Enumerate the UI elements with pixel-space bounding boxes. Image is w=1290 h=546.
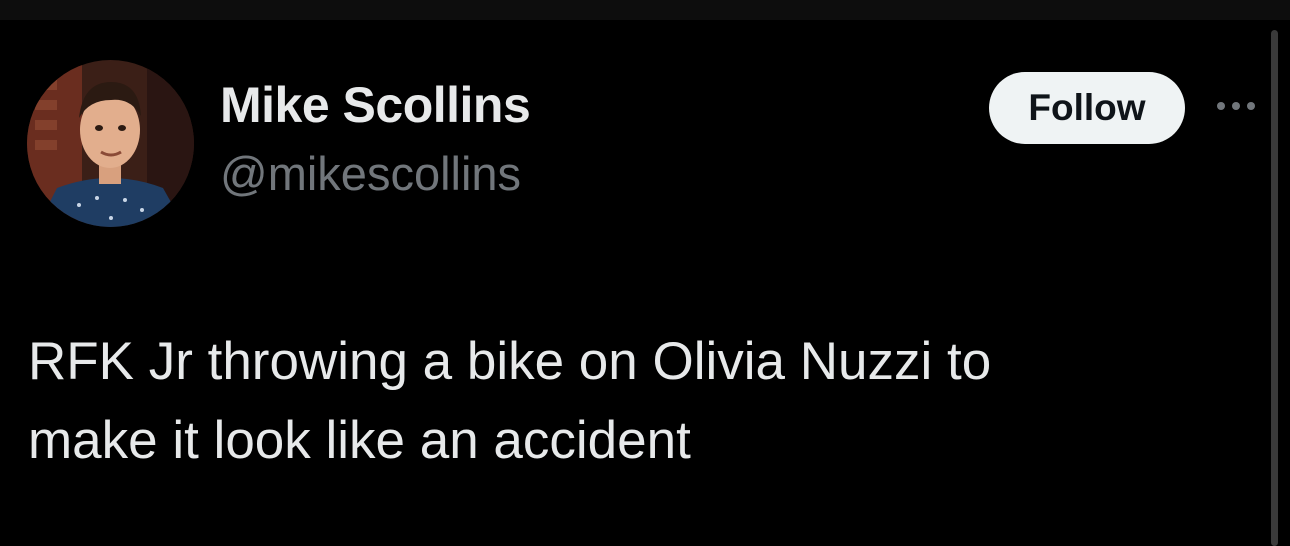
avatar[interactable] <box>27 60 194 227</box>
follow-button[interactable]: Follow <box>989 72 1185 144</box>
tweet-text-line: RFK Jr throwing a bike on Olivia Nuzzi t… <box>28 332 992 391</box>
profile-photo-icon <box>27 60 194 227</box>
top-bar <box>0 0 1290 20</box>
author-handle[interactable]: @mikescollins <box>220 146 521 201</box>
author-display-name[interactable]: Mike Scollins <box>220 76 531 134</box>
tweet-text-line: make it look like an accident <box>28 411 691 470</box>
scrollbar[interactable] <box>1271 30 1278 546</box>
more-options-button[interactable] <box>1212 93 1260 119</box>
more-horizontal-icon <box>1217 102 1255 110</box>
tweet-text: RFK Jr throwing a bike on Olivia Nuzzi t… <box>28 322 1258 480</box>
